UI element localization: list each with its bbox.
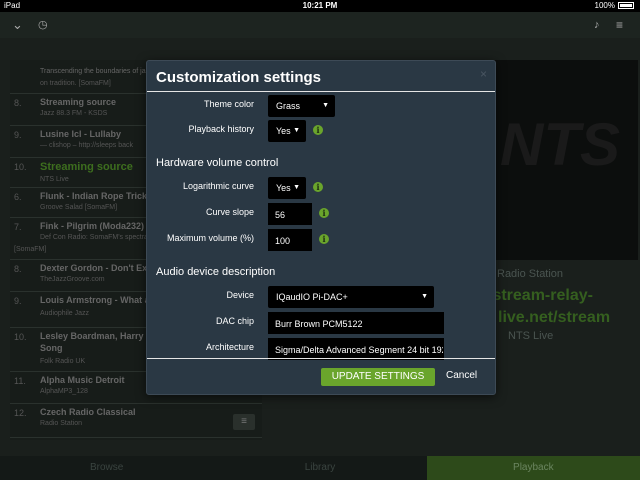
log-curve-select[interactable]: Yes ▼ — [268, 177, 306, 199]
volume-icon[interactable]: ♪ — [594, 16, 600, 34]
info-icon[interactable]: i — [319, 234, 329, 244]
architecture-input[interactable]: Sigma/Delta Advanced Segment 24 bit 192 … — [268, 338, 444, 360]
cancel-button[interactable]: Cancel — [446, 370, 477, 381]
tab-playback[interactable]: Playback — [426, 456, 640, 480]
tab-library[interactable]: Library — [213, 456, 427, 480]
ios-status-bar: iPad 10:21 PM 100% — [0, 0, 640, 12]
now-playing-url: /stream-relay- live.net/stream — [488, 287, 611, 326]
status-time: 10:21 PM — [302, 1, 338, 10]
clock-icon[interactable]: ◷ — [38, 16, 48, 34]
max-volume-label: Maximum volume (%) — [166, 233, 254, 243]
album-art-logo: NTS — [500, 111, 620, 178]
now-playing-label: Radio Station — [497, 268, 564, 280]
caret-down-icon: ▼ — [293, 127, 300, 134]
caret-down-icon: ▼ — [322, 102, 329, 109]
info-icon[interactable]: i — [313, 182, 323, 192]
theme-color-select[interactable]: Grass ▼ — [268, 95, 335, 117]
playback-history-select[interactable]: Yes ▼ — [268, 120, 306, 142]
queue-item-menu-button[interactable]: ≡ — [233, 414, 255, 430]
battery-percent: 100% — [594, 1, 615, 10]
theme-color-label: Theme color — [203, 99, 254, 109]
dac-chip-label: DAC chip — [215, 316, 254, 326]
battery-status: 100% — [595, 1, 634, 10]
app-top-bar: ⌄ ◷ ♪ ≡ — [0, 12, 640, 38]
customization-settings-modal: Customization settings × Theme color Gra… — [146, 60, 496, 395]
modal-header-divider — [147, 91, 495, 92]
section-hardware-volume: Hardware volume control — [156, 157, 279, 169]
bottom-nav: Browse Library Playback — [0, 456, 640, 480]
update-settings-button[interactable]: UPDATE SETTINGS — [321, 368, 435, 386]
battery-icon — [618, 2, 634, 9]
queue-item[interactable]: 12. Czech Radio Classical Radio Station — [10, 404, 262, 438]
caret-down-icon: ▼ — [293, 184, 300, 191]
modal-title: Customization settings — [156, 69, 322, 86]
tab-browse[interactable]: Browse — [0, 456, 214, 480]
caret-down-icon: ▼ — [421, 293, 428, 300]
dac-chip-input[interactable]: Burr Brown PCM5122 — [268, 312, 444, 334]
curve-slope-label: Curve slope — [205, 207, 254, 217]
log-curve-label: Logarithmic curve — [182, 181, 254, 191]
device-label: Device — [226, 290, 254, 300]
now-playing-station: NTS Live — [508, 330, 554, 342]
info-icon[interactable]: i — [313, 125, 323, 135]
section-audio-device: Audio device description — [156, 266, 276, 278]
architecture-label: Architecture — [205, 342, 254, 352]
modal-footer-divider — [147, 358, 495, 359]
close-icon[interactable]: × — [480, 67, 487, 81]
chevron-down-icon[interactable]: ⌄ — [12, 16, 23, 34]
device-select[interactable]: IQaudIO Pi-DAC+ ▼ — [268, 286, 434, 308]
max-volume-input[interactable]: 100 — [268, 229, 312, 251]
info-icon[interactable]: i — [319, 208, 329, 218]
playback-history-label: Playback history — [188, 124, 254, 134]
menu-icon[interactable]: ≡ — [616, 16, 623, 34]
curve-slope-input[interactable]: 56 — [268, 203, 312, 225]
